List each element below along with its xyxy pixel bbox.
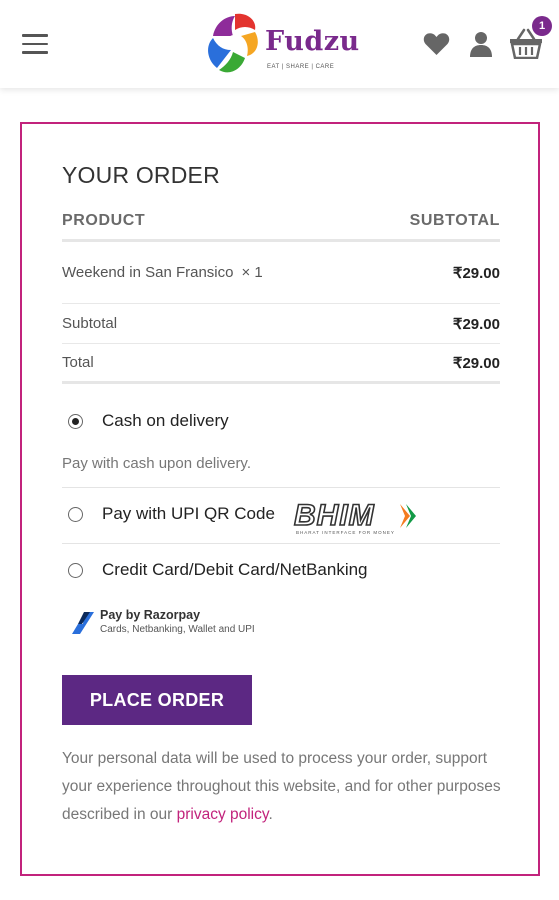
razorpay-icon: [72, 612, 94, 634]
order-item-qty: × 1: [241, 264, 263, 281]
razorpay-subtitle: Cards, Netbanking, Wallet and UPI: [100, 624, 255, 635]
product-column-header: PRODUCT: [62, 212, 146, 229]
cod-radio[interactable]: [68, 414, 83, 429]
user-icon[interactable]: [469, 31, 493, 57]
payment-divider: [62, 487, 500, 488]
order-review-box: YOUR ORDER PRODUCT SUBTOTAL Weekend in S…: [20, 122, 540, 876]
card-radio[interactable]: [68, 563, 83, 578]
subtotal-label: Subtotal: [62, 315, 118, 332]
order-item-label: Weekend in San Fransico × 1: [62, 264, 263, 281]
bhim-logo-subtext: BHARAT INTERFACE FOR MONEY: [296, 530, 395, 535]
privacy-policy-link[interactable]: privacy policy: [177, 806, 269, 823]
site-logo[interactable]: Fudzu EAT | SHARE | CARE: [203, 8, 359, 80]
total-value: ₹29.00: [452, 355, 500, 372]
privacy-notice: Your personal data will be used to proce…: [62, 745, 507, 829]
order-title: YOUR ORDER: [62, 162, 220, 188]
place-order-button[interactable]: PLACE ORDER: [62, 675, 252, 725]
razorpay-title: Pay by Razorpay: [100, 608, 201, 622]
cod-label[interactable]: Cash on delivery: [102, 411, 229, 431]
menu-icon[interactable]: [22, 34, 48, 54]
order-item-name: Weekend in San Fransico: [62, 264, 234, 281]
privacy-text: Your personal data will be used to proce…: [62, 750, 501, 823]
order-item-price: ₹29.00: [452, 265, 500, 282]
cart-count-badge: 1: [532, 16, 552, 36]
site-header: Fudzu EAT | SHARE | CARE 1: [0, 0, 559, 88]
order-table-header: PRODUCT SUBTOTAL: [62, 212, 500, 242]
total-label: Total: [62, 354, 94, 371]
total-row: Total ₹29.00: [62, 344, 500, 384]
razorpay-badge: Pay by Razorpay Cards, Netbanking, Walle…: [70, 606, 310, 640]
payment-option-upi[interactable]: Pay with UPI QR Code BHIM BHARAT INTERFA…: [62, 498, 500, 540]
bhim-logo-text: BHIM: [294, 499, 375, 532]
upi-label[interactable]: Pay with UPI QR Code: [102, 504, 275, 524]
privacy-end: .: [268, 806, 273, 823]
logo-tagline: EAT | SHARE | CARE: [267, 64, 335, 70]
upi-radio[interactable]: [68, 507, 83, 522]
logo-mark-icon: [208, 13, 258, 73]
logo-text: Fudzu: [265, 26, 360, 57]
payment-option-card[interactable]: Credit Card/Debit Card/NetBanking: [62, 554, 500, 596]
payment-option-cod[interactable]: Cash on delivery: [62, 404, 500, 446]
order-item-row: Weekend in San Fransico × 1 ₹29.00: [62, 244, 500, 304]
bhim-logo: BHIM BHARAT INTERFACE FOR MONEY: [293, 498, 416, 535]
card-label[interactable]: Credit Card/Debit Card/NetBanking: [102, 560, 368, 580]
cod-description: Pay with cash upon delivery.: [62, 455, 251, 472]
subtotal-column-header: SUBTOTAL: [409, 212, 500, 229]
payment-divider: [62, 543, 500, 544]
heart-icon[interactable]: [423, 32, 450, 56]
subtotal-value: ₹29.00: [452, 316, 500, 333]
subtotal-row: Subtotal ₹29.00: [62, 304, 500, 344]
